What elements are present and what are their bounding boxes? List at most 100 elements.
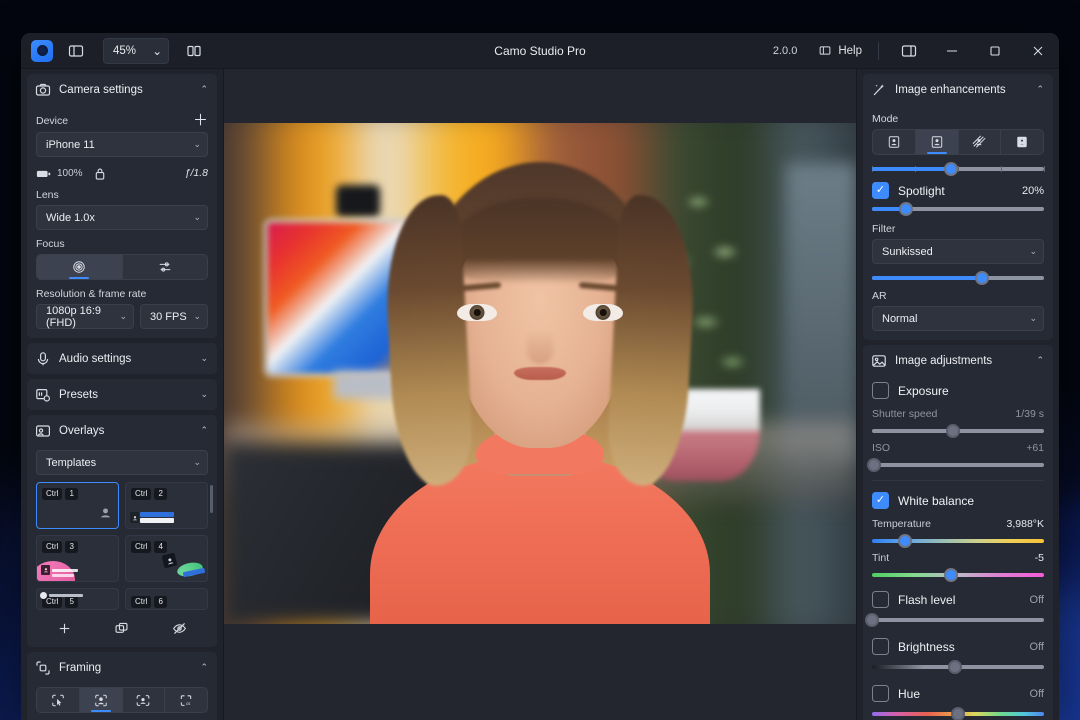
presets-icon	[35, 387, 51, 403]
zoom-level-select[interactable]: 45% ⌄	[103, 38, 169, 64]
manual-frame-button[interactable]	[37, 688, 79, 712]
brightness-label: Brightness	[898, 640, 955, 654]
framing-title: Framing	[59, 662, 101, 674]
hue-value: Off	[1030, 688, 1044, 700]
overlays-icon	[35, 423, 51, 439]
close-icon[interactable]	[1016, 33, 1059, 69]
spotlight-slider[interactable]	[872, 207, 1044, 211]
plus-icon[interactable]: ＋	[193, 113, 208, 128]
white-balance-checkbox[interactable]	[872, 492, 889, 509]
camo-logo-icon[interactable]	[31, 40, 53, 62]
overlay-scrollbar[interactable]	[210, 485, 213, 513]
overlay-card-2[interactable]: Ctrl2	[125, 482, 208, 529]
filter-intensity-slider[interactable]	[872, 276, 1044, 280]
chevron-up-icon: ⌃	[1036, 355, 1044, 366]
ar-select[interactable]: Normal ⌄	[872, 306, 1044, 331]
image-enhancements-title: Image enhancements	[895, 84, 1006, 96]
tint-slider[interactable]	[872, 573, 1044, 577]
right-sidebar-scroll[interactable]: Image enhancements ⌃ Mode	[857, 69, 1059, 720]
logo-badge-thumb	[161, 554, 205, 578]
image-enhancements-header[interactable]: Image enhancements ⌃	[863, 74, 1053, 105]
temperature-slider[interactable]	[872, 539, 1044, 543]
add-overlay-button[interactable]	[47, 619, 82, 638]
brightness-slider[interactable]	[872, 665, 1044, 669]
audio-settings-title: Audio settings	[59, 353, 131, 365]
temperature-row: Temperature 3,988°K	[872, 518, 1044, 543]
shutter-speed-value: 1/39 s	[1015, 408, 1044, 420]
camera-settings-header[interactable]: Camera settings ⌃	[27, 74, 217, 105]
left-sidebar-scroll[interactable]: Camera settings ⌃ Device ＋ iPhone 11 ⌄	[21, 69, 223, 720]
brightness-row: Brightness Off	[872, 638, 1044, 655]
camera-preview[interactable]	[224, 69, 856, 720]
iso-slider[interactable]	[872, 463, 1044, 467]
brightness-value: Off	[1030, 641, 1044, 653]
flash-level-checkbox[interactable]	[872, 591, 889, 608]
book-icon	[817, 44, 833, 57]
chevron-down-icon: ⌄	[193, 139, 201, 150]
aperture-value: ƒ/1.8	[185, 167, 208, 179]
framing-mode-segmented: cs	[36, 687, 208, 713]
app-version: 2.0.0	[773, 45, 797, 57]
overlay-modifier-4: Ctrl	[131, 541, 151, 553]
portrait-off-icon	[886, 135, 902, 149]
split-view-icon[interactable]	[179, 38, 209, 64]
filter-select[interactable]: Sunkissed ⌄	[872, 239, 1044, 264]
overlay-card-3[interactable]: Ctrl3	[36, 535, 119, 582]
minimize-icon[interactable]	[930, 33, 973, 69]
resolution-select[interactable]: 1080p 16:9 (FHD) ⌄	[36, 304, 134, 329]
shutter-speed-slider[interactable]	[872, 429, 1044, 433]
exposure-checkbox[interactable]	[872, 382, 889, 399]
portrait-stage-button[interactable]	[1000, 130, 1043, 154]
framing-header[interactable]: Framing ⌃	[27, 652, 217, 683]
duplicate-icon	[114, 621, 129, 636]
overlay-card-6[interactable]: Ctrl6	[125, 588, 208, 610]
title-bar-left-controls: 45% ⌄	[21, 38, 209, 64]
help-button[interactable]: Help	[809, 38, 870, 64]
face-track-button[interactable]	[79, 688, 122, 712]
overlay-card-5[interactable]: Ctrl5	[36, 588, 119, 610]
focus-manual-button[interactable]	[122, 255, 208, 279]
help-label: Help	[838, 45, 862, 57]
iso-row: ISO +61	[872, 442, 1044, 467]
portrait-blur-button[interactable]	[915, 130, 958, 154]
chevron-down-icon: ⌄	[193, 311, 201, 322]
overlays-header[interactable]: Overlays ⌃	[27, 415, 217, 446]
maximize-icon[interactable]	[973, 33, 1016, 69]
spotlight-checkbox[interactable]	[872, 182, 889, 199]
group-track-button[interactable]	[122, 688, 165, 712]
adjustments-divider	[872, 480, 1044, 481]
focus-auto-button[interactable]	[37, 255, 122, 279]
portrait-off-button[interactable]	[873, 130, 915, 154]
device-select[interactable]: iPhone 11 ⌄	[36, 132, 208, 157]
fps-select[interactable]: 30 FPS ⌄	[140, 304, 208, 329]
studio-light-button[interactable]	[958, 130, 1001, 154]
panel-left-icon[interactable]	[61, 38, 91, 64]
presets-header[interactable]: Presets ⌄	[27, 379, 217, 410]
mode-intensity-slider[interactable]	[872, 167, 1044, 171]
tint-value: -5	[1035, 552, 1044, 564]
audio-settings-header[interactable]: Audio settings ⌄	[27, 343, 217, 374]
overlay-card-1[interactable]: Ctrl1	[36, 482, 119, 529]
image-adjustments-body: Exposure Shutter speed 1/39 s	[863, 382, 1053, 720]
hue-checkbox[interactable]	[872, 685, 889, 702]
panel-right-icon[interactable]	[887, 33, 930, 69]
lens-select[interactable]: Wide 1.0x ⌄	[36, 205, 208, 230]
image-enhancements-body: Mode	[863, 113, 1053, 340]
letterbox-top	[224, 69, 856, 123]
auto-frame-button[interactable]: cs	[164, 688, 207, 712]
duplicate-overlay-button[interactable]	[104, 619, 139, 638]
brightness-checkbox[interactable]	[872, 638, 889, 655]
hue-slider[interactable]	[872, 712, 1044, 716]
person-subject	[375, 154, 705, 624]
overlay-card-4[interactable]: Ctrl4	[125, 535, 208, 582]
microphone-icon	[35, 351, 51, 367]
image-adjustments-header[interactable]: Image adjustments ⌃	[863, 345, 1053, 376]
battery-icon	[36, 166, 52, 181]
device-value: iPhone 11	[46, 139, 95, 151]
overlay-templates-select[interactable]: Templates ⌄	[36, 450, 208, 475]
overlay-modifier-6: Ctrl	[131, 596, 151, 608]
spotlight-label: Spotlight	[898, 184, 945, 198]
flash-level-slider[interactable]	[872, 618, 1044, 622]
hide-overlay-button[interactable]	[162, 619, 197, 638]
section-overlays: Overlays ⌃ Templates ⌄ Ctrl1	[27, 415, 217, 647]
